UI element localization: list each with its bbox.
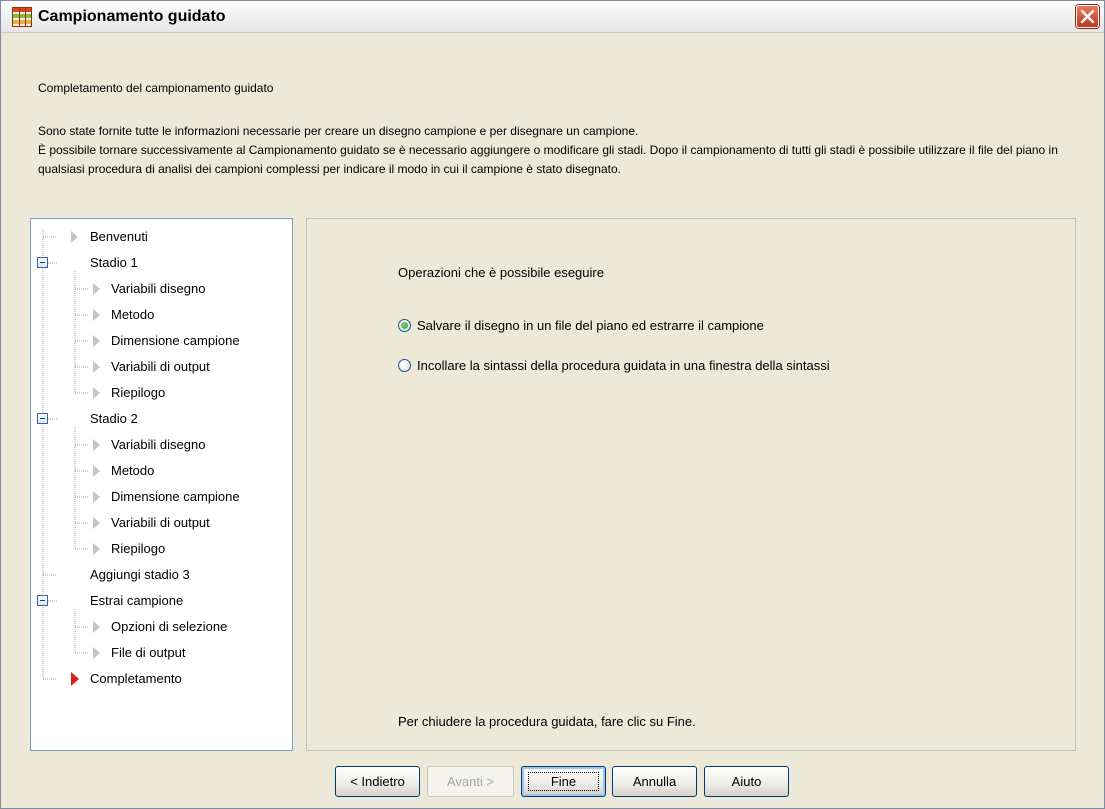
- step-arrow-icon: [93, 387, 100, 399]
- tree-item-file-output[interactable]: File di output: [93, 644, 283, 662]
- collapse-icon[interactable]: [37, 257, 48, 268]
- wizard-steps-tree[interactable]: Benvenuti Stadio 1 Variabili disegno Met…: [30, 218, 293, 751]
- step-arrow-icon: [93, 283, 100, 295]
- tree-item-label: Stadio 2: [90, 411, 138, 426]
- tree-item-label: Riepilogo: [111, 541, 166, 556]
- tree-item-variabili-output-2[interactable]: Variabili di output: [93, 514, 283, 532]
- next-button[interactable]: Avanti >: [427, 766, 514, 797]
- tree-item-stadio-1[interactable]: Stadio 1: [61, 254, 281, 272]
- step-arrow-icon: [93, 543, 100, 555]
- step-arrow-icon: [93, 361, 100, 373]
- window-title: Campionamento guidato: [38, 8, 226, 25]
- finish-button[interactable]: Fine: [521, 766, 606, 797]
- step-arrow-icon: [93, 491, 100, 503]
- step-arrow-icon: [93, 517, 100, 529]
- tree-item-label: Riepilogo: [111, 385, 166, 400]
- tree-item-dimensione-campione-1[interactable]: Dimensione campione: [93, 332, 283, 350]
- tree-item-label: Stadio 1: [90, 255, 138, 270]
- tree-item-label: Benvenuti: [90, 229, 148, 244]
- tree-item-variabili-disegno-1[interactable]: Variabili disegno: [93, 280, 283, 298]
- step-arrow-icon: [71, 231, 78, 243]
- help-button[interactable]: Aiuto: [704, 766, 789, 797]
- collapse-icon[interactable]: [37, 413, 48, 424]
- option-label: Salvare il disegno in un file del piano …: [417, 318, 764, 333]
- step-arrow-icon: [93, 309, 100, 321]
- tree-item-label: Metodo: [111, 463, 155, 478]
- intro-line-1: Sono state fornite tutte le informazioni…: [38, 124, 639, 138]
- tree-item-benvenuti[interactable]: Benvenuti: [61, 228, 281, 246]
- radio-button-selected[interactable]: [398, 319, 411, 332]
- tree-item-label: Variabili disegno: [111, 437, 206, 452]
- tree-item-label: Variabili disegno: [111, 281, 206, 296]
- option-paste-syntax[interactable]: Incollare la sintassi della procedura gu…: [398, 357, 938, 375]
- tree-item-label: Aggiungi stadio 3: [90, 567, 190, 582]
- tree-item-dimensione-campione-2[interactable]: Dimensione campione: [93, 488, 283, 506]
- wizard-window: Campionamento guidato Completamento del …: [0, 0, 1105, 809]
- focus-rectangle: [528, 772, 599, 791]
- operations-heading: Operazioni che è possibile eseguire: [398, 265, 604, 280]
- tree-item-label: File di output: [111, 645, 186, 660]
- tree-item-metodo-2[interactable]: Metodo: [93, 462, 283, 480]
- step-arrow-icon: [93, 439, 100, 451]
- tree-item-aggiungi-stadio-3[interactable]: Aggiungi stadio 3: [61, 566, 281, 584]
- step-arrow-icon: [93, 465, 100, 477]
- tree-item-completamento[interactable]: Completamento: [61, 670, 281, 688]
- tree-item-label: Completamento: [90, 671, 182, 686]
- tree-item-variabili-output-1[interactable]: Variabili di output: [93, 358, 283, 376]
- cancel-button[interactable]: Annulla: [612, 766, 697, 797]
- close-button[interactable]: [1076, 5, 1099, 28]
- tree-item-label: Variabili di output: [111, 515, 210, 530]
- tree-item-label: Opzioni di selezione: [111, 619, 228, 634]
- option-save-and-extract[interactable]: Salvare il disegno in un file del piano …: [398, 317, 858, 335]
- collapse-icon[interactable]: [37, 595, 48, 606]
- option-label: Incollare la sintassi della procedura gu…: [417, 358, 830, 373]
- back-button[interactable]: < Indietro: [335, 766, 420, 797]
- finish-note: Per chiudere la procedura guidata, fare …: [398, 714, 696, 729]
- radio-button[interactable]: [398, 359, 411, 372]
- current-step-arrow-icon: [71, 672, 79, 686]
- close-icon: [1080, 9, 1095, 24]
- tree-item-label: Dimensione campione: [111, 333, 240, 348]
- intro-heading: Completamento del campionamento guidato: [38, 81, 274, 95]
- tree-item-riepilogo-2[interactable]: Riepilogo: [93, 540, 283, 558]
- tree-item-variabili-disegno-2[interactable]: Variabili disegno: [93, 436, 283, 454]
- tree-item-estrai-campione[interactable]: Estrai campione: [61, 592, 281, 610]
- tree-item-metodo-1[interactable]: Metodo: [93, 306, 283, 324]
- tree-item-stadio-2[interactable]: Stadio 2: [61, 410, 281, 428]
- tree-item-label: Variabili di output: [111, 359, 210, 374]
- tree-item-label: Metodo: [111, 307, 155, 322]
- intro-line-2: È possibile tornare successivamente al C…: [38, 143, 1058, 176]
- tree-item-label: Dimensione campione: [111, 489, 240, 504]
- step-arrow-icon: [93, 621, 100, 633]
- tree-item-label: Estrai campione: [90, 593, 184, 608]
- intro-text: Sono state fornite tutte le informazioni…: [38, 122, 1068, 179]
- tree-item-opzioni-selezione[interactable]: Opzioni di selezione: [93, 618, 283, 636]
- step-arrow-icon: [93, 335, 100, 347]
- content-panel: [306, 218, 1076, 751]
- title-bar[interactable]: Campionamento guidato: [1, 1, 1104, 33]
- step-arrow-icon: [93, 647, 100, 659]
- spreadsheet-app-icon: [12, 7, 32, 27]
- tree-item-riepilogo-1[interactable]: Riepilogo: [93, 384, 283, 402]
